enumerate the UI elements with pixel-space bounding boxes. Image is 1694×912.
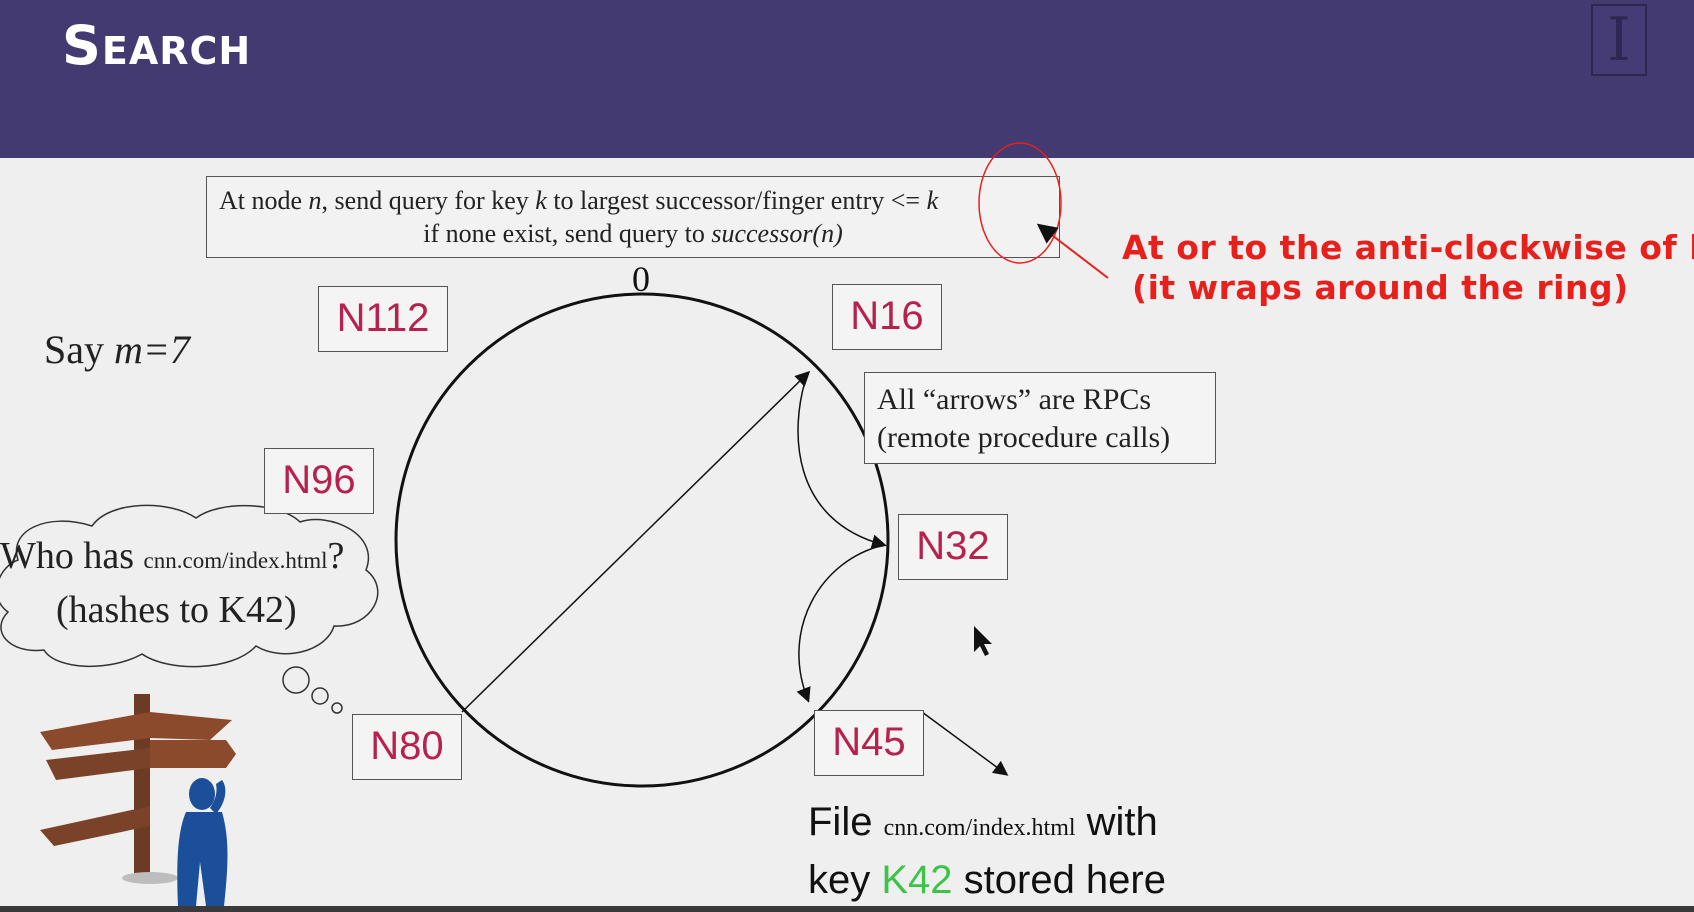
- file-location-note: File cnn.com/index.html with key K42 sto…: [808, 796, 1166, 906]
- file-note-line-1: File cnn.com/index.html with: [808, 800, 1158, 844]
- bottom-bar: [0, 906, 1694, 912]
- thought-question: Who has cnn.com/index.html?: [0, 535, 345, 577]
- rpc-arrow-n80-n16: [461, 370, 811, 713]
- thought-bubble-2: [311, 687, 329, 705]
- person-icon: [177, 778, 228, 906]
- thought-bubble-1: [282, 666, 310, 694]
- node-n112: N112: [318, 286, 448, 352]
- node-n96: N96: [264, 448, 374, 514]
- node-n80: N80: [352, 714, 462, 780]
- node-n32: N32: [898, 514, 1008, 580]
- rpc-note-line-2: (remote procedure calls): [877, 421, 1171, 454]
- thought-bubble-3: [331, 702, 343, 714]
- node-n45: N45: [814, 710, 924, 776]
- ring-size-label: Say m=7: [44, 327, 190, 372]
- ring-zero-label: 0: [632, 259, 650, 299]
- node-n16: N16: [832, 284, 942, 350]
- annotation-pointer-arrow: [1036, 223, 1109, 279]
- rpc-note-line-1: All “arrows” are RPCs: [877, 383, 1152, 416]
- storage-pointer-arrow: [921, 711, 1009, 776]
- highlight-ellipse: [978, 142, 1062, 264]
- rpc-note-box: All “arrows” are RPCs (remote procedure …: [864, 372, 1216, 464]
- file-note-line-2: key K42 stored here: [808, 858, 1166, 902]
- rpc-arrow-n32-n45: [796, 544, 885, 703]
- mouse-cursor-icon: [974, 626, 992, 656]
- thought-hash: (hashes to K42): [56, 589, 297, 631]
- thought-cloud: [0, 504, 379, 668]
